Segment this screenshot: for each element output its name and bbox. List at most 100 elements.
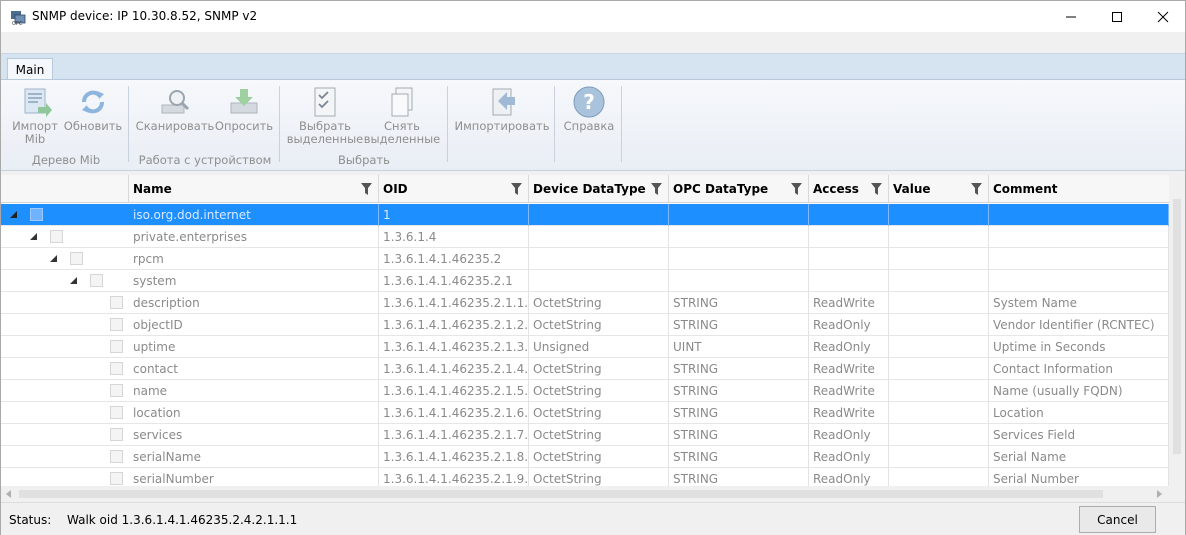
- column-header-opc-datatype[interactable]: OPC DataType: [669, 175, 809, 203]
- row-checkbox[interactable]: [110, 340, 123, 353]
- row-checkbox[interactable]: [110, 450, 123, 463]
- table-row[interactable]: serialNumber 1.3.6.1.4.1.46235.2.1.9.0 Oct…: [1, 468, 1169, 486]
- cell-opc-type: [669, 204, 809, 226]
- cell-opc-type: STRING: [669, 292, 809, 314]
- table-row[interactable]: private.enterprises 1.3.6.1.4: [1, 226, 1169, 248]
- cell-comment: System Name: [989, 292, 1169, 314]
- row-checkbox[interactable]: [110, 296, 123, 309]
- cell-oid: 1.3.6.1.4.1.46235.2.1.1.0: [379, 292, 529, 314]
- expand-toggle-icon[interactable]: [10, 211, 17, 218]
- import-mib-icon: [18, 85, 52, 119]
- cell-comment: [989, 226, 1169, 248]
- deselect-selected-button[interactable]: Снять выделенные: [364, 85, 440, 151]
- grid-header: Name OID Device DataType OPC DataType Ac…: [1, 175, 1169, 203]
- row-checkbox[interactable]: [110, 472, 123, 485]
- column-header-comment[interactable]: Comment: [989, 175, 1169, 203]
- cell-oid: 1.3.6.1.4.1.46235.2.1.8.0: [379, 446, 529, 468]
- column-header-name[interactable]: Name: [129, 175, 379, 203]
- minimize-button[interactable]: [1048, 1, 1094, 32]
- column-header-label: OID: [383, 182, 408, 196]
- expand-toggle-icon[interactable]: [30, 233, 37, 240]
- cell-comment: Serial Number: [989, 468, 1169, 486]
- horizontal-scrollbar[interactable]: [1, 486, 1169, 502]
- scroll-right-icon[interactable]: [1157, 490, 1162, 498]
- scroll-left-icon[interactable]: [6, 490, 11, 498]
- cell-device-type: [529, 226, 669, 248]
- table-row[interactable]: services 1.3.6.1.4.1.46235.2.1.7.0 OctetSt…: [1, 424, 1169, 446]
- table-row[interactable]: iso.org.dod.internet 1: [1, 204, 1169, 226]
- cancel-button[interactable]: Cancel: [1079, 506, 1156, 533]
- cell-name: private.enterprises: [129, 226, 379, 248]
- cell-comment: Serial Name: [989, 446, 1169, 468]
- scan-button[interactable]: Сканировать: [136, 85, 214, 151]
- cell-opc-type: [669, 248, 809, 270]
- select-selected-button[interactable]: Выбрать выделенные: [287, 85, 363, 151]
- expand-toggle-icon[interactable]: [70, 277, 77, 284]
- cell-opc-type: STRING: [669, 358, 809, 380]
- vertical-scrollbar[interactable]: [1169, 175, 1185, 486]
- import-label: Импортировать: [454, 119, 550, 133]
- vertical-scroll-thumb[interactable]: [1173, 199, 1181, 454]
- column-header-oid[interactable]: OID: [379, 175, 529, 203]
- cell-access: ReadWrite: [809, 358, 889, 380]
- row-checkbox[interactable]: [90, 274, 103, 287]
- snmp-device-window: OPC SNMP device: IP 10.30.8.52, SNMP v2 …: [0, 0, 1186, 535]
- horizontal-scroll-thumb[interactable]: [19, 490, 1103, 498]
- expand-toggle-icon[interactable]: [50, 255, 57, 262]
- filter-icon[interactable]: [511, 183, 522, 195]
- cell-access: ReadOnly: [809, 468, 889, 486]
- row-checkbox[interactable]: [110, 428, 123, 441]
- poll-button[interactable]: Опросить: [213, 85, 275, 151]
- maximize-button[interactable]: [1094, 1, 1140, 32]
- column-header-value[interactable]: Value: [889, 175, 989, 203]
- row-checkbox[interactable]: [110, 384, 123, 397]
- import-button[interactable]: Импортировать: [455, 85, 549, 151]
- table-row[interactable]: location 1.3.6.1.4.1.46235.2.1.6.0 OctetSt…: [1, 402, 1169, 424]
- status-label: Status:: [9, 513, 52, 527]
- cell-value: [889, 226, 989, 248]
- cell-value: [889, 314, 989, 336]
- filter-icon[interactable]: [791, 183, 802, 195]
- table-row[interactable]: description 1.3.6.1.4.1.46235.2.1.1.0 Octe…: [1, 292, 1169, 314]
- refresh-label: Обновить: [63, 119, 123, 133]
- cell-value: [889, 358, 989, 380]
- cell-access: [809, 248, 889, 270]
- column-header-access[interactable]: Access: [809, 175, 889, 203]
- row-checkbox[interactable]: [110, 362, 123, 375]
- filter-icon[interactable]: [361, 183, 372, 195]
- table-row[interactable]: uptime 1.3.6.1.4.1.46235.2.1.3.0 Unsigned U…: [1, 336, 1169, 358]
- ribbon: Импорт Mib Обновить Дерево Mib Сканирова…: [1, 79, 1185, 171]
- refresh-button[interactable]: Обновить: [63, 85, 123, 151]
- filter-icon[interactable]: [651, 183, 662, 195]
- cell-value: [889, 468, 989, 486]
- table-row[interactable]: name 1.3.6.1.4.1.46235.2.1.5.0 OctetString…: [1, 380, 1169, 402]
- cell-opc-type: [669, 226, 809, 248]
- cell-device-type: OctetString: [529, 446, 669, 468]
- cell-opc-type: STRING: [669, 446, 809, 468]
- filter-icon[interactable]: [871, 183, 882, 195]
- tab-main[interactable]: Main: [7, 58, 53, 81]
- table-row[interactable]: objectID 1.3.6.1.4.1.46235.2.1.2.0 OctetSt…: [1, 314, 1169, 336]
- filter-icon[interactable]: [971, 183, 982, 195]
- column-header-device-datatype[interactable]: Device DataType: [529, 175, 669, 203]
- table-row[interactable]: system 1.3.6.1.4.1.46235.2.1: [1, 270, 1169, 292]
- row-checkbox[interactable]: [110, 406, 123, 419]
- close-button[interactable]: [1140, 1, 1186, 32]
- help-button[interactable]: ? Справка: [561, 85, 617, 151]
- row-checkbox[interactable]: [110, 318, 123, 331]
- cell-opc-type: STRING: [669, 468, 809, 486]
- import-mib-button[interactable]: Импорт Mib: [9, 85, 61, 151]
- cell-comment: Uptime in Seconds: [989, 336, 1169, 358]
- row-checkbox[interactable]: [50, 230, 63, 243]
- row-checkbox[interactable]: [70, 252, 83, 265]
- table-row[interactable]: rpcm 1.3.6.1.4.1.46235.2: [1, 248, 1169, 270]
- table-row[interactable]: contact 1.3.6.1.4.1.46235.2.1.4.0 OctetStr…: [1, 358, 1169, 380]
- cell-value: [889, 380, 989, 402]
- cell-access: ReadWrite: [809, 380, 889, 402]
- table-row[interactable]: serialName 1.3.6.1.4.1.46235.2.1.8.0 Octet…: [1, 446, 1169, 468]
- cell-opc-type: UINT: [669, 336, 809, 358]
- cell-access: ReadWrite: [809, 292, 889, 314]
- cell-oid: 1.3.6.1.4: [379, 226, 529, 248]
- cell-comment: Services Field: [989, 424, 1169, 446]
- row-checkbox[interactable]: [30, 208, 43, 221]
